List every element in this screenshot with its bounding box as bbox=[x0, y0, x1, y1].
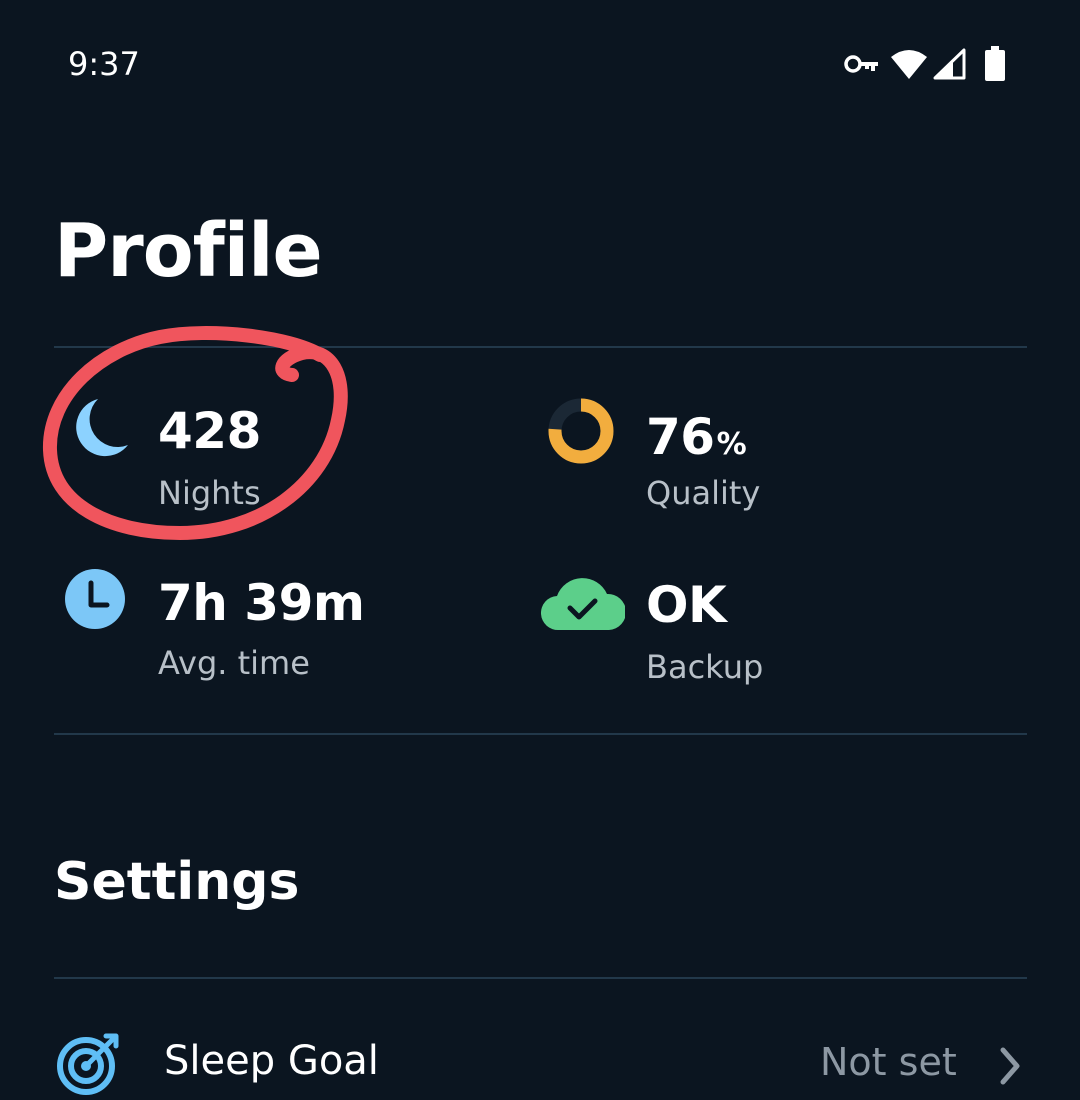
stat-quality-label: Quality bbox=[646, 474, 761, 512]
stat-quality-unit: % bbox=[716, 427, 747, 462]
setting-value-sleep-goal: Not set bbox=[820, 1040, 957, 1084]
divider bbox=[54, 733, 1027, 735]
moon-icon bbox=[70, 395, 130, 465]
status-icons bbox=[838, 44, 1038, 84]
battery-icon bbox=[984, 46, 1006, 86]
chevron-right-icon bbox=[998, 1046, 1022, 1090]
status-time: 9:37 bbox=[68, 45, 140, 83]
cell-signal-icon bbox=[933, 48, 967, 84]
donut-progress-icon bbox=[546, 396, 616, 470]
page-title: Profile bbox=[54, 208, 323, 294]
divider bbox=[54, 977, 1027, 979]
wifi-icon bbox=[890, 48, 928, 84]
setting-label-sleep-goal: Sleep Goal bbox=[164, 1038, 379, 1084]
vpn-key-icon bbox=[844, 54, 880, 78]
stat-quality-value: 76% bbox=[646, 408, 747, 466]
stat-avg-time-value: 7h 39m bbox=[158, 574, 365, 632]
stat-quality-number: 76 bbox=[646, 408, 715, 466]
cloud-check-icon bbox=[540, 574, 627, 636]
target-icon bbox=[56, 1032, 120, 1100]
stat-avg-time-label: Avg. time bbox=[158, 644, 310, 682]
setting-row-sleep-goal[interactable]: Sleep Goal Not set bbox=[0, 1010, 1080, 1100]
settings-section-title: Settings bbox=[54, 852, 300, 912]
stat-nights-value: 428 bbox=[158, 402, 261, 460]
stat-nights-label: Nights bbox=[158, 474, 261, 512]
stat-backup-value: OK bbox=[646, 576, 727, 634]
clock-icon bbox=[64, 568, 126, 634]
stat-backup-label: Backup bbox=[646, 648, 764, 686]
divider bbox=[54, 346, 1027, 348]
